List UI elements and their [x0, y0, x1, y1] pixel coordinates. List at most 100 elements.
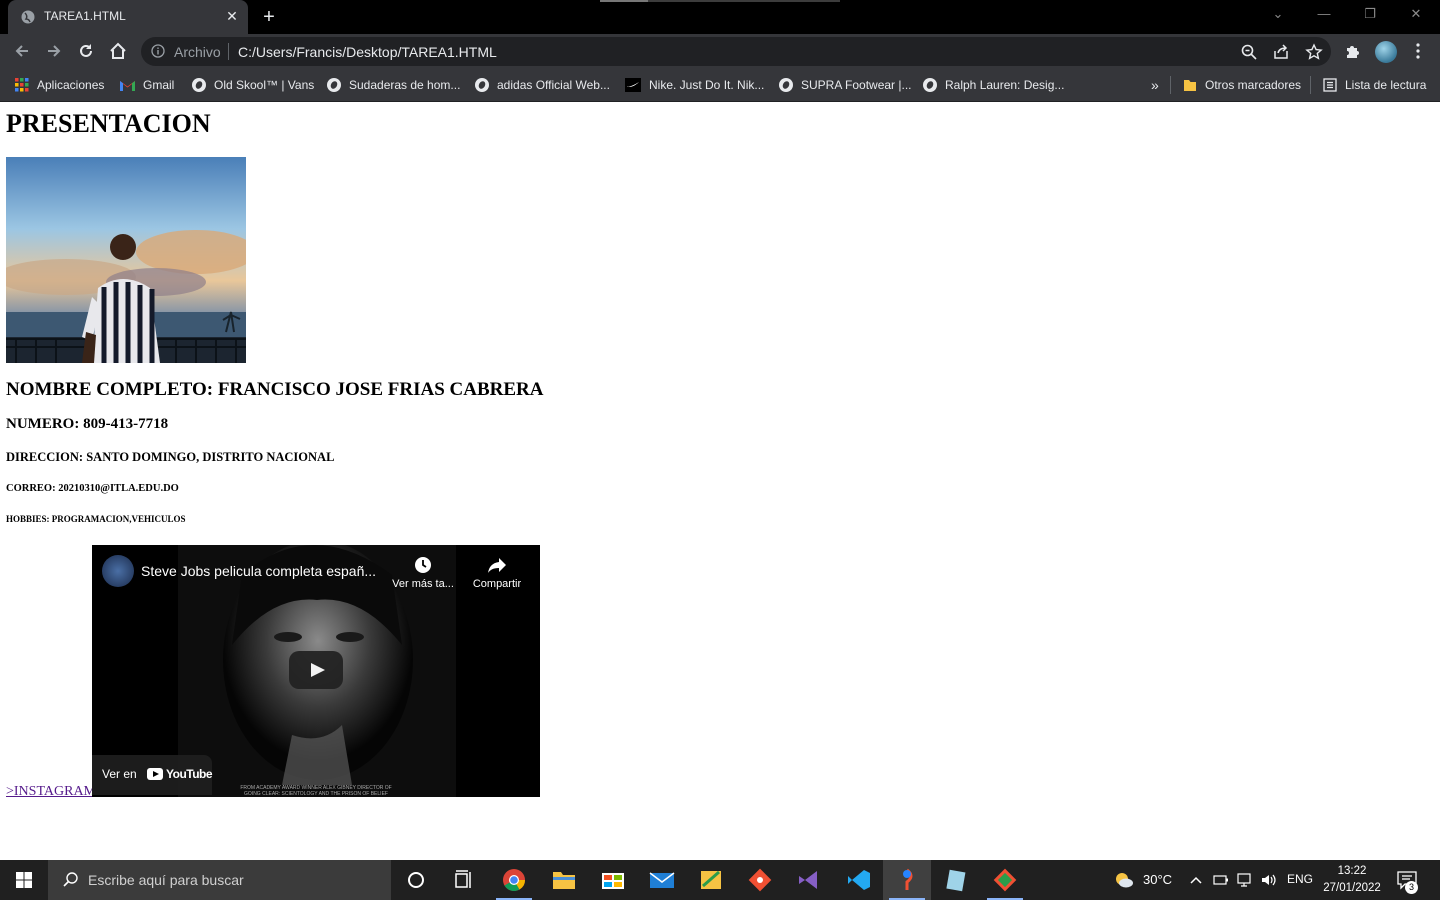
forward-arrow-icon[interactable] — [44, 41, 64, 61]
home-icon[interactable] — [108, 41, 128, 61]
watch-later-button[interactable]: Ver más ta... — [388, 555, 458, 590]
bookmark-aplicaciones[interactable]: Aplicaciones — [15, 76, 104, 94]
mail-icon[interactable] — [638, 860, 686, 900]
bookmark-adidas[interactable]: adidas Official Web... — [475, 76, 610, 94]
zoom-icon[interactable] — [1240, 43, 1258, 61]
weather-icon[interactable] — [1113, 870, 1135, 890]
address-bar[interactable]: Archivo C:/Users/Francis/Desktop/TAREA1.… — [141, 37, 1331, 66]
share-label: Compartir — [472, 578, 522, 590]
git-icon[interactable] — [736, 860, 784, 900]
chevron-up-icon[interactable] — [1189, 874, 1203, 886]
youtube-wordmark: YouTube — [166, 767, 213, 781]
email: CORREO: 20210310@ITLA.EDU.DO — [6, 483, 179, 494]
bookmark-nike[interactable]: Nike. Just Do It. Nik... — [625, 76, 764, 94]
tab-strip-indicator — [600, 0, 840, 2]
bookmarks-divider — [1310, 76, 1311, 94]
battery-icon[interactable] — [1213, 874, 1229, 886]
windows-start-icon[interactable] — [0, 860, 48, 900]
taskbar-search[interactable]: Escribe aquí para buscar — [48, 860, 391, 900]
bookmark-supra[interactable]: SUPRA Footwear |... — [779, 76, 912, 94]
git-gui-icon[interactable] — [981, 860, 1029, 900]
watch-on-label: Ver en — [102, 767, 137, 781]
sticky-app-icon[interactable] — [687, 860, 735, 900]
task-view-icon[interactable] — [440, 860, 488, 900]
info-icon[interactable] — [151, 44, 165, 58]
other-bookmarks-folder[interactable]: Otros marcadores — [1183, 76, 1301, 94]
search-icon — [63, 872, 78, 887]
bookmark-label: Old Skool™ | Vans — [214, 78, 315, 92]
play-button[interactable] — [289, 651, 343, 689]
share-video-button[interactable]: Compartir — [462, 555, 532, 590]
bookmark-label: SUPRA Footwear |... — [801, 78, 912, 92]
share-icon[interactable] — [1272, 43, 1290, 61]
browser-titlebar: TAREA1.HTML ✕ + ⌄ — ❐ ✕ — [0, 0, 1440, 34]
bookmark-star-icon[interactable] — [1305, 43, 1323, 61]
vscode-icon[interactable] — [834, 860, 882, 900]
youtube-logo-icon — [147, 768, 163, 780]
poster-credit-line: GOING CLEAR: SCIENTOLOGY AND THE PRISON … — [244, 791, 388, 797]
file-explorer-icon[interactable] — [540, 860, 588, 900]
bookmark-label: Aplicaciones — [37, 78, 105, 92]
bookmarks-overflow-button[interactable]: » — [1151, 76, 1159, 94]
folder-icon — [1184, 79, 1196, 91]
profile-photo — [6, 157, 246, 363]
windows-taskbar: Escribe aquí para buscar 30°C ENG 13:22 … — [0, 860, 1440, 900]
more-menu-icon[interactable] — [1409, 42, 1427, 60]
chrome-icon[interactable] — [490, 860, 538, 900]
tab-title: TAREA1.HTML — [44, 9, 126, 23]
bookmark-label: adidas Official Web... — [497, 78, 610, 92]
network-icon[interactable] — [1236, 872, 1254, 888]
new-tab-button[interactable]: + — [259, 7, 279, 27]
bookmark-label: Ralph Lauren: Desig... — [945, 78, 1065, 92]
browser-toolbar: Archivo C:/Users/Francis/Desktop/TAREA1.… — [0, 34, 1440, 68]
sourcetree-icon[interactable] — [883, 860, 931, 900]
video-title[interactable]: Steve Jobs pelicula completa españ... — [141, 563, 376, 579]
volume-icon[interactable] — [1260, 872, 1278, 888]
apps-grid-icon — [15, 77, 29, 92]
globe-icon — [327, 77, 341, 92]
close-window-button[interactable]: ✕ — [1406, 4, 1426, 24]
language-indicator[interactable]: ENG — [1287, 872, 1313, 886]
close-tab-icon[interactable]: ✕ — [224, 8, 240, 24]
restore-button[interactable]: ❐ — [1360, 4, 1380, 24]
url-text[interactable]: C:/Users/Francis/Desktop/TAREA1.HTML — [238, 44, 497, 60]
gmail-icon — [120, 80, 135, 91]
reading-list-button[interactable]: Lista de lectura — [1323, 76, 1426, 94]
reload-icon[interactable] — [76, 41, 96, 61]
clock-date: 27/01/2022 — [1323, 882, 1381, 894]
notepad-icon[interactable] — [932, 860, 980, 900]
back-arrow-icon[interactable] — [12, 41, 32, 61]
system-clock[interactable]: 13:22 27/01/2022 — [1316, 863, 1388, 897]
weather-temp[interactable]: 30°C — [1143, 872, 1172, 887]
cortana-icon[interactable] — [392, 860, 440, 900]
page-heading: PRESENTACION — [6, 109, 211, 138]
minimize-button[interactable]: — — [1314, 4, 1334, 24]
bookmark-gmail[interactable]: Gmail — [120, 76, 174, 94]
bookmarks-bar: Aplicaciones Gmail Old Skool™ | Vans Sud… — [0, 68, 1440, 102]
globe-icon — [779, 77, 793, 92]
browser-tab[interactable]: TAREA1.HTML ✕ — [8, 0, 248, 34]
hobbies: HOBBIES: PROGRAMACION,VEHICULOS — [6, 514, 186, 524]
channel-avatar[interactable] — [102, 555, 134, 587]
reading-list-label: Lista de lectura — [1345, 78, 1427, 92]
bookmark-sudaderas[interactable]: Sudaderas de hom... — [327, 76, 460, 94]
bookmark-vans[interactable]: Old Skool™ | Vans — [192, 76, 314, 94]
watch-on-youtube-button[interactable]: Ver en YouTube — [92, 755, 213, 795]
profile-avatar[interactable] — [1375, 41, 1397, 63]
instagram-link[interactable]: >INSTAGRAM — [6, 784, 96, 800]
store-icon[interactable] — [589, 860, 637, 900]
visual-studio-icon[interactable] — [785, 860, 833, 900]
bookmark-label: Nike. Just Do It. Nik... — [649, 78, 765, 92]
search-placeholder: Escribe aquí para buscar — [88, 872, 244, 888]
address: DIRECCION: SANTO DOMINGO, DISTRITO NACIO… — [6, 450, 335, 464]
full-name: NOMBRE COMPLETO: FRANCISCO JOSE FRIAS CA… — [6, 379, 544, 400]
watch-later-label: Ver más ta... — [392, 578, 454, 590]
bookmark-ralph-lauren[interactable]: Ralph Lauren: Desig... — [923, 76, 1064, 94]
extensions-icon[interactable] — [1344, 42, 1362, 60]
phone-number: NUMERO: 809-413-7718 — [6, 416, 169, 432]
notification-count-badge: 3 — [1405, 881, 1418, 894]
globe-icon — [192, 77, 206, 92]
clock-time: 13:22 — [1337, 865, 1367, 877]
youtube-embed[interactable]: Steve Jobs pelicula completa españ... Ve… — [92, 545, 540, 797]
tab-search-icon[interactable]: ⌄ — [1268, 4, 1288, 24]
